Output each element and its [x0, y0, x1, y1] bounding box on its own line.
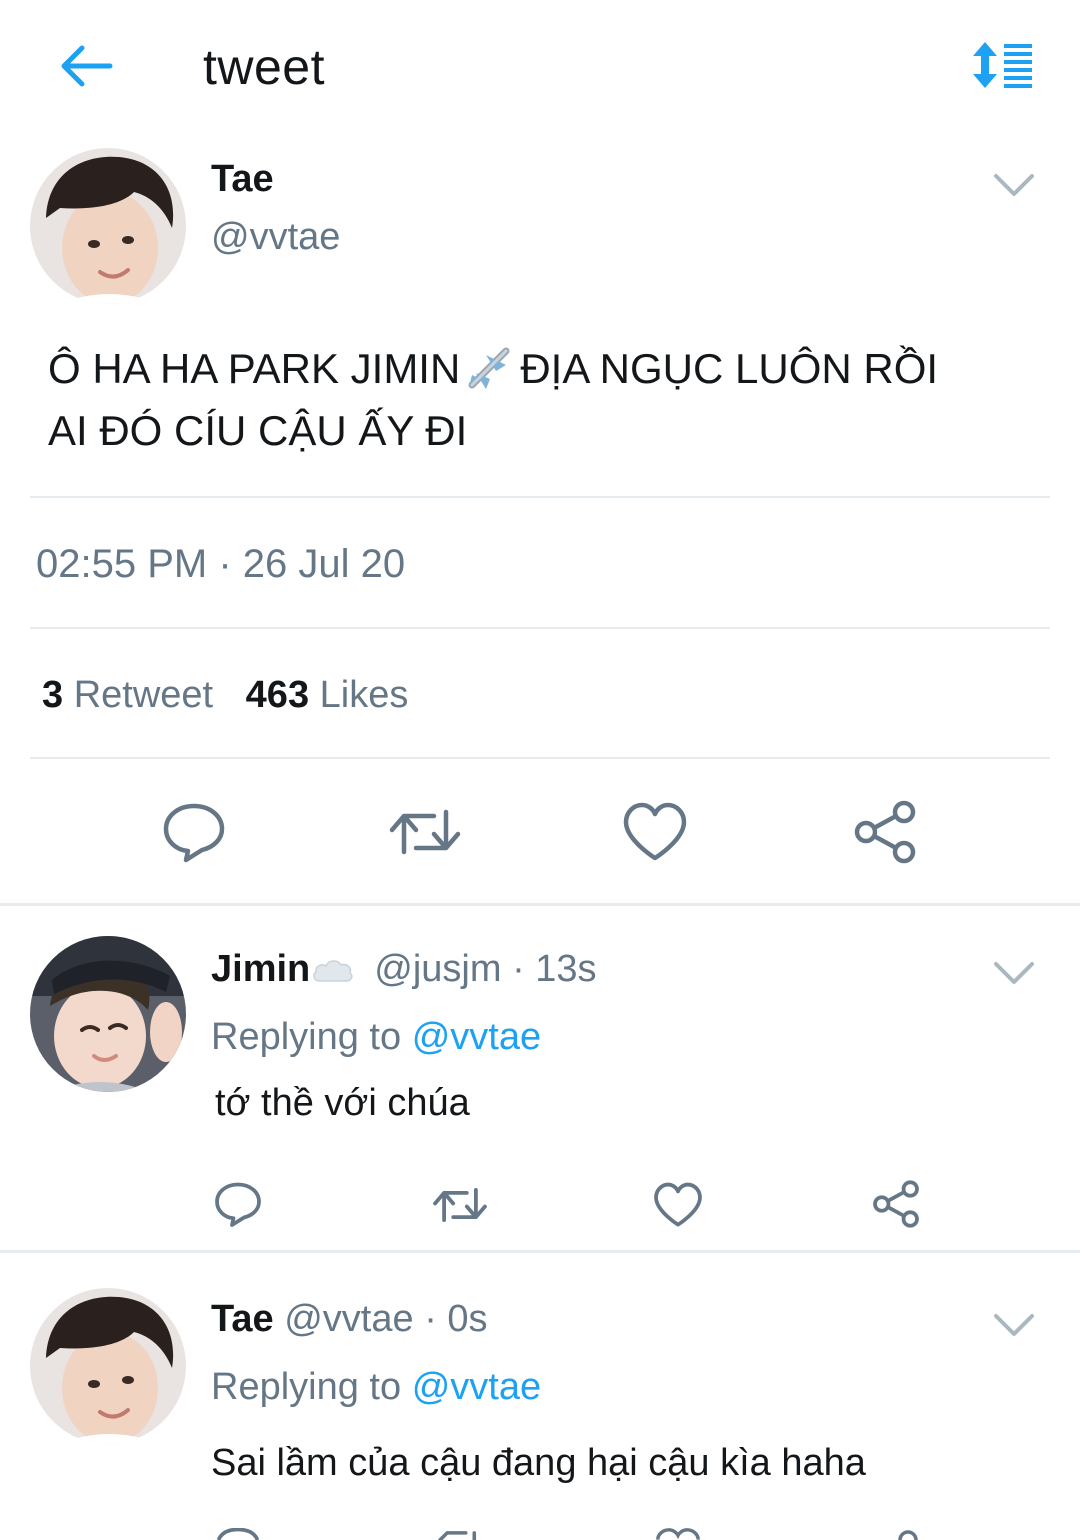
author-name[interactable]: Tae: [211, 1298, 274, 1340]
divider: [0, 903, 1080, 906]
engagement-stats: 3 Retweet 463 Likes: [42, 674, 408, 717]
cloud-icon: [310, 950, 354, 982]
replying-to: Replying to @vvtae: [211, 1366, 541, 1409]
chevron-down-icon[interactable]: [992, 958, 1036, 988]
tweet-text: Ô HA HA PARK JIMIN ĐỊA NGỤC LUÔN RỒI AI …: [48, 338, 1038, 462]
author-handle[interactable]: @jusjm: [374, 948, 501, 990]
like-count[interactable]: 463: [246, 674, 309, 716]
divider: [30, 757, 1050, 759]
chevron-down-icon[interactable]: [992, 170, 1036, 200]
mention-link[interactable]: @vvtae: [412, 1366, 541, 1408]
reply-header: Jimin @jusjm · 13s: [211, 948, 597, 991]
tweet-text-part: ĐỊA NGỤC LUÔN RỒI: [520, 345, 939, 392]
replying-label: Replying to: [211, 1366, 402, 1408]
author-handle[interactable]: @vvtae: [211, 216, 340, 259]
page-title: tweet: [203, 39, 326, 95]
retweet-icon[interactable]: [388, 802, 462, 862]
divider: [30, 496, 1050, 498]
top-bar: tweet: [0, 0, 1080, 120]
author-name[interactable]: Jimin: [211, 948, 310, 990]
back-arrow-icon[interactable]: [56, 40, 116, 92]
sort-list-icon[interactable]: [970, 40, 1036, 90]
reply-time: · 0s: [424, 1298, 488, 1340]
tweet-text-part: AI ĐÓ CÍU CẬU ẤY ĐI: [48, 407, 468, 454]
avatar[interactable]: [30, 936, 186, 1092]
mention-link[interactable]: @vvtae: [412, 1016, 541, 1058]
divider: [30, 627, 1050, 629]
share-icon[interactable]: [896, 1528, 920, 1540]
avatar[interactable]: [30, 148, 186, 304]
reply-icon[interactable]: [214, 1528, 262, 1540]
reply-icon[interactable]: [214, 1180, 262, 1228]
retweet-icon[interactable]: [432, 1182, 488, 1228]
replying-label: Replying to: [211, 1016, 402, 1058]
like-label[interactable]: Likes: [320, 674, 409, 716]
reply-time: · 13s: [512, 948, 597, 990]
chevron-down-icon[interactable]: [992, 1310, 1036, 1340]
share-icon[interactable]: [871, 1180, 921, 1228]
reply-icon[interactable]: [162, 800, 226, 864]
author-handle[interactable]: @vvtae: [284, 1298, 413, 1340]
reply-header: Tae @vvtae · 0s: [211, 1298, 488, 1341]
tweet-text-part: Ô HA HA PARK JIMIN: [48, 345, 461, 392]
share-icon[interactable]: [852, 800, 918, 864]
divider: [0, 1250, 1080, 1253]
timestamp[interactable]: 02:55 PM · 26 Jul 20: [36, 542, 405, 587]
like-heart-icon[interactable]: [655, 1528, 701, 1540]
reply-text: tớ thề với chúa: [215, 1082, 470, 1124]
author-name[interactable]: Tae: [211, 158, 274, 201]
retweet-icon[interactable]: [436, 1530, 484, 1540]
retweet-label[interactable]: Retweet: [74, 674, 213, 716]
like-heart-icon[interactable]: [622, 802, 688, 862]
replying-to: Replying to @vvtae: [211, 1016, 541, 1059]
avatar[interactable]: [30, 1288, 186, 1444]
like-heart-icon[interactable]: [653, 1182, 703, 1228]
reply-text: Sai lầm của cậu đang hại cậu kìa haha: [211, 1442, 866, 1484]
retweet-count[interactable]: 3: [42, 674, 63, 716]
airplane-icon: [466, 344, 514, 389]
